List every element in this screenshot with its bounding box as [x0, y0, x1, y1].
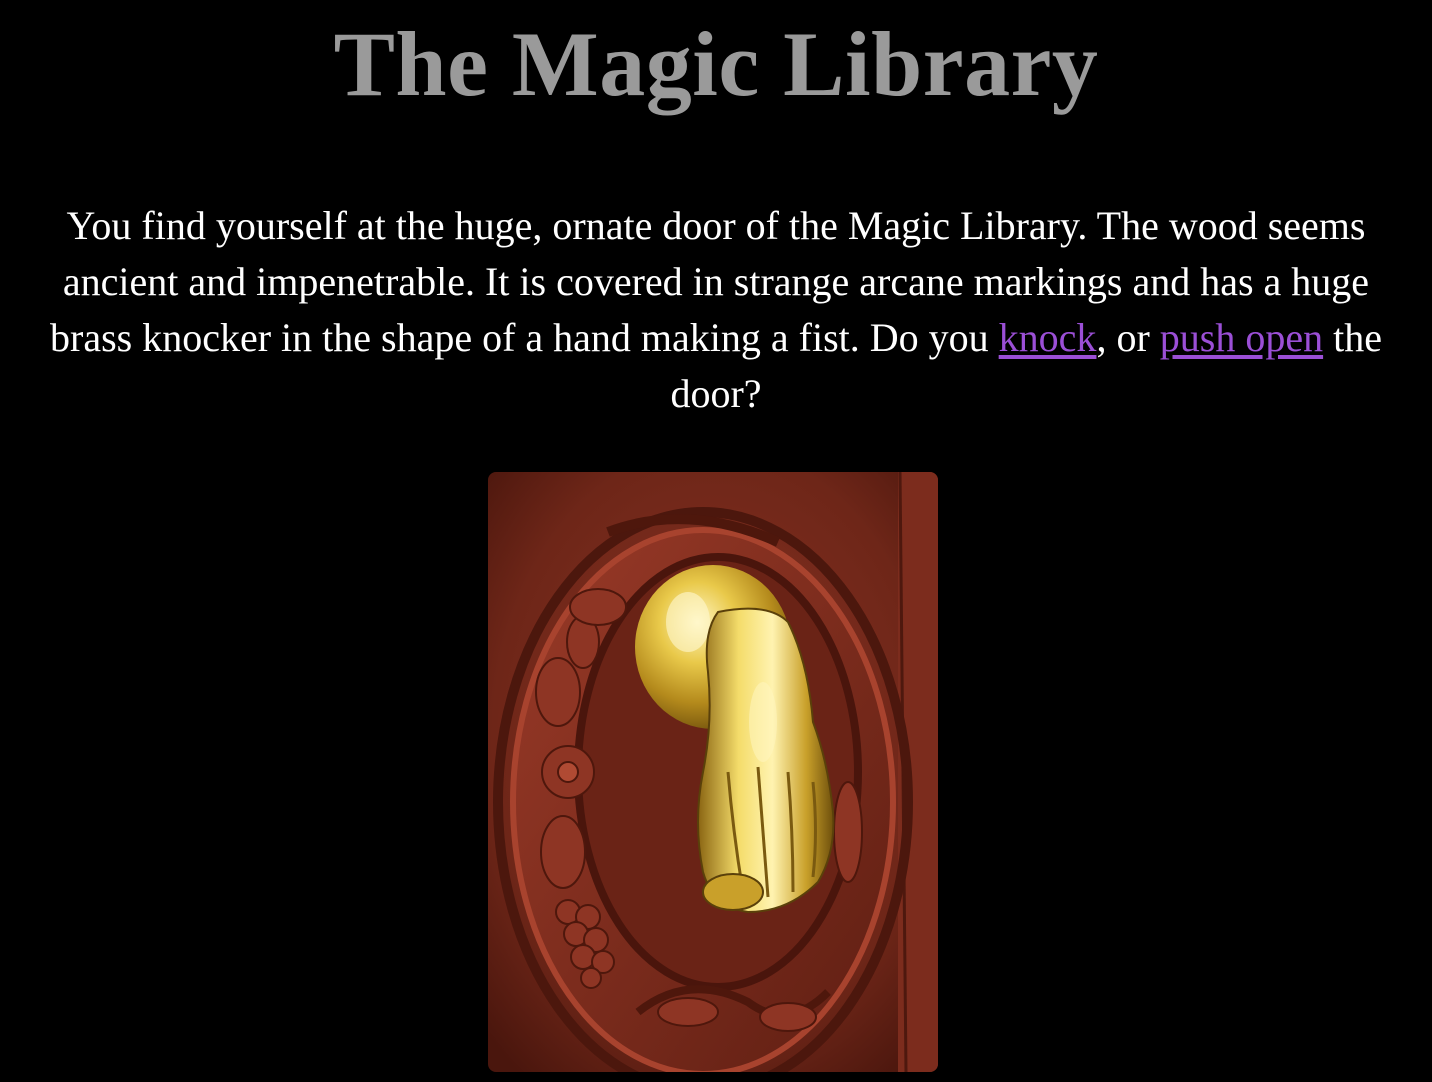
hand-highlight [749, 682, 777, 762]
page: The Magic Library You find yourself at t… [0, 0, 1432, 1082]
brass-ball [702, 873, 764, 911]
knock-link[interactable]: knock [999, 315, 1097, 360]
push-open-link[interactable]: push open [1160, 315, 1323, 360]
door-knocker-photo [488, 472, 938, 1072]
carved-leaf [540, 815, 586, 889]
story-paragraph: You find yourself at the huge, ornate do… [20, 198, 1412, 422]
carved-leaf [535, 657, 581, 727]
door-knocker-image [488, 472, 938, 1072]
page-title: The Magic Library [333, 13, 1099, 115]
carved-leaf [759, 1002, 817, 1032]
carved-flower-center [557, 761, 579, 783]
story-text-between: , or [1096, 315, 1160, 360]
carved-leaf [833, 781, 863, 883]
carved-bird [569, 588, 627, 626]
carved-leaf [657, 997, 719, 1027]
brass-highlight [666, 592, 710, 652]
